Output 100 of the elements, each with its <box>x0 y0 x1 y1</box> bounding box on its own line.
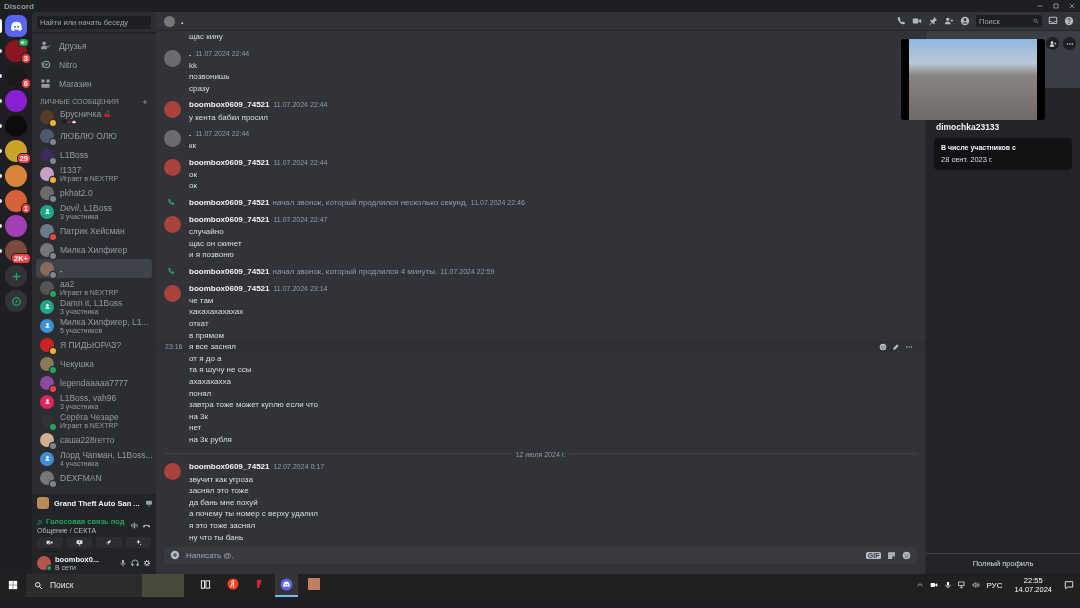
task-view-icon <box>200 578 211 590</box>
add-dm-button[interactable] <box>142 98 148 105</box>
taskbar-app-button[interactable] <box>275 573 298 597</box>
dm-item[interactable]: Милка Хилфигер <box>36 240 152 259</box>
phone-icon <box>167 266 175 275</box>
dm-item[interactable]: legendaaaaa7777 <box>36 373 152 392</box>
dm-name: DEXFMAN <box>60 472 102 483</box>
server-icon[interactable] <box>5 140 27 162</box>
settings-button[interactable] <box>143 558 151 567</box>
add-friends-button[interactable] <box>944 16 954 26</box>
message-text: на 3к рубля <box>189 434 232 444</box>
dm-item[interactable]: ЛЮБЛЮ ОЛЮ <box>36 126 152 145</box>
game-image <box>37 497 49 510</box>
dm-name: Damn it, L1Boss <box>60 297 123 308</box>
microphone-button[interactable] <box>119 558 127 567</box>
message-author[interactable]: boombox0609_74521 <box>189 157 270 167</box>
network-icon[interactable] <box>958 581 967 590</box>
dm-item[interactable]: Чекушка <box>36 354 152 373</box>
attach-button[interactable] <box>170 550 180 561</box>
dm-name: !1337 <box>60 164 82 175</box>
message-author[interactable]: boombox0609_74521 <box>189 214 270 224</box>
nav-item[interactable]: Магазин <box>32 74 156 93</box>
dm-name: Милка Хилфигер <box>60 244 128 255</box>
server-icon[interactable] <box>5 165 27 187</box>
camera-button[interactable] <box>37 536 63 548</box>
nav-item[interactable]: Друзья <box>32 36 156 55</box>
call-author[interactable]: boombox0609_74521 <box>189 266 270 276</box>
add-server-button[interactable] <box>5 265 27 287</box>
add-reaction-button[interactable] <box>879 342 887 351</box>
monitor-icon[interactable] <box>144 499 153 508</box>
message-text: я все заснял <box>189 342 236 352</box>
dm-item[interactable]: Я ПИДЬЮРАЗ? <box>36 335 152 354</box>
message-text: в прямом <box>189 330 224 340</box>
dm-item[interactable]: DEXFMAN <box>36 468 152 487</box>
call-text: начал звонок, который продлился 4 минуты. <box>272 266 438 276</box>
nitro-icon <box>40 59 51 70</box>
phone-icon <box>167 197 175 206</box>
user-avatar <box>40 261 54 276</box>
profile-button[interactable] <box>960 16 970 26</box>
message-text: ок <box>189 169 197 179</box>
message-text: случайно <box>189 227 224 237</box>
nav-item[interactable]: Nitro <box>32 55 156 74</box>
dm-item[interactable]: Патрик Хейсман <box>36 221 152 240</box>
message-author[interactable]: boombox0609_74521 <box>189 283 270 293</box>
dm-item[interactable]: саша228гетто <box>36 430 152 449</box>
edit-button[interactable] <box>892 342 900 351</box>
dm-item[interactable]: L1Boss <box>36 145 152 164</box>
emoji-button[interactable] <box>902 550 911 560</box>
server-icon[interactable] <box>5 190 27 212</box>
activity-button[interactable] <box>96 536 122 548</box>
screen-share-button[interactable] <box>66 536 92 548</box>
close-button[interactable] <box>1068 2 1076 10</box>
pin-button[interactable] <box>928 16 938 26</box>
message-text: ахахахахха <box>189 377 231 386</box>
user-avatar[interactable] <box>164 49 181 67</box>
headphones-button[interactable] <box>131 558 139 567</box>
inbox-button[interactable] <box>1048 16 1058 26</box>
sticker-button[interactable] <box>887 550 896 560</box>
phone-button[interactable] <box>896 16 906 26</box>
soundboard-button[interactable] <box>125 536 151 548</box>
user-avatar <box>40 109 54 124</box>
message-author[interactable]: boombox0609_74521 <box>189 462 270 472</box>
message-text: понял <box>189 388 212 398</box>
dm-name: Брусничка <box>60 108 102 119</box>
message-author[interactable]: boombox0609_74521 <box>189 100 270 110</box>
message-text: заснял это тоже <box>189 486 249 496</box>
explore-button[interactable] <box>5 290 27 312</box>
maximize-button[interactable] <box>1052 2 1060 10</box>
language-indicator[interactable]: РУС <box>986 580 1003 590</box>
status-dot <box>46 564 52 571</box>
sound-wave-icon[interactable] <box>130 520 139 530</box>
message-text: я это тоже заснял <box>189 520 256 530</box>
photo-placeholder <box>307 578 320 591</box>
home-button[interactable] <box>5 15 27 37</box>
notifications-button[interactable] <box>1064 580 1074 591</box>
add-user-icon <box>1048 39 1057 48</box>
message-text: завтра тоже может куплю если что <box>189 400 319 410</box>
search-highlight-image <box>142 573 184 597</box>
message-author[interactable]: . <box>189 128 192 138</box>
search-field[interactable]: Поиск <box>26 573 184 597</box>
dm-name: pkhat2.0 <box>60 187 93 198</box>
server-icon[interactable] <box>5 65 27 87</box>
dm-item[interactable]: Брусничка <box>36 107 152 126</box>
message-author[interactable]: . <box>189 48 192 58</box>
dm-item[interactable]: . <box>36 259 152 278</box>
user-avatar[interactable] <box>164 129 181 147</box>
message-text: хахахахахахах <box>189 307 244 317</box>
call-author[interactable]: boombox0609_74521 <box>189 197 270 207</box>
volume-icon[interactable] <box>972 581 981 590</box>
screen-share-icon <box>75 538 83 546</box>
message-input[interactable]: Написать @. <box>186 550 861 560</box>
profile-username: dimochka23133 <box>936 122 1001 132</box>
microphone-icon[interactable] <box>944 581 953 590</box>
search-input[interactable]: Поиск <box>50 580 120 591</box>
dm-item[interactable]: pkhat2.0 <box>36 183 152 202</box>
server-icon[interactable] <box>5 240 27 262</box>
camera-icon[interactable] <box>930 581 939 590</box>
dm-name: Серёга Чезаре <box>60 411 119 422</box>
video-button[interactable] <box>912 16 922 26</box>
help-button[interactable] <box>1064 16 1074 26</box>
